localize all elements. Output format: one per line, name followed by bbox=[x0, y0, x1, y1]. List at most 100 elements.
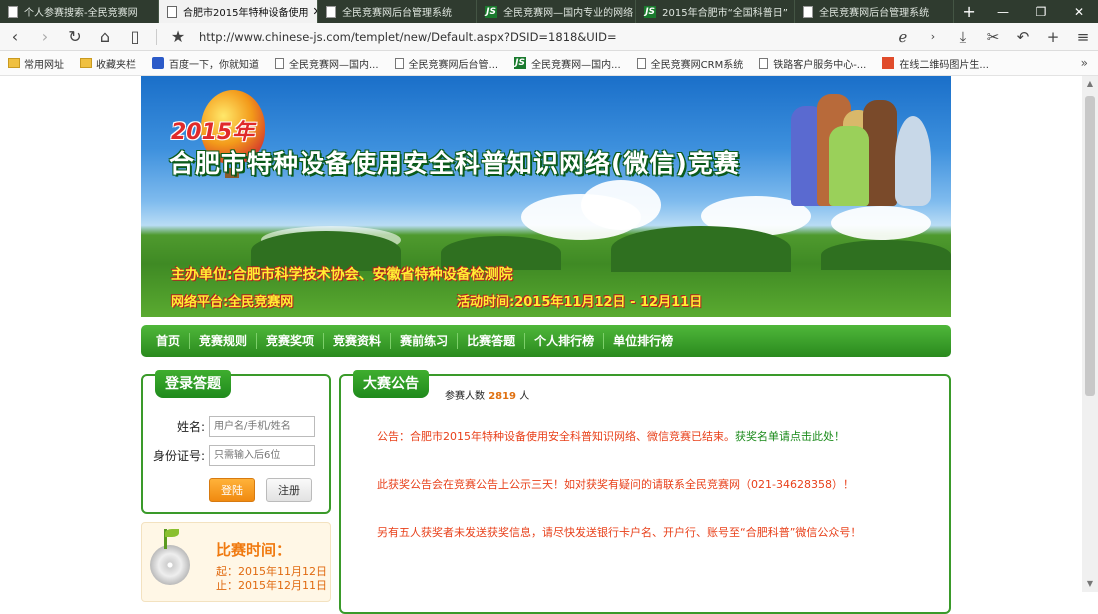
home-icon[interactable]: ⌂ bbox=[90, 27, 120, 46]
count-prefix: 参赛人数 bbox=[445, 391, 485, 402]
banner-title: 合肥市特种设备使用安全科普知识网络(微信)竞赛 bbox=[169, 149, 740, 178]
ie-mode-icon[interactable]: ℯ bbox=[888, 28, 918, 46]
tab-3[interactable]: JS 全民竞赛网—国内专业的网络 bbox=[477, 0, 637, 23]
tab-4[interactable]: JS 2015年合肥市“全国科普日” bbox=[636, 0, 796, 23]
bookmark-item[interactable]: 全民竞赛网后台管... bbox=[394, 56, 498, 71]
bookmark-item[interactable]: 铁路客户服务中心-... bbox=[759, 56, 866, 71]
reading-view-icon[interactable]: ▯ bbox=[120, 27, 150, 46]
scroll-up-icon[interactable]: ▲ bbox=[1082, 76, 1098, 92]
login-box: 登录答题 姓名: 身份证号: 登陆 注册 bbox=[141, 370, 331, 514]
page-icon bbox=[759, 57, 769, 69]
js-logo-icon: JS bbox=[485, 5, 498, 18]
bookmark-item[interactable]: 常用网址 bbox=[8, 56, 64, 71]
js-logo-icon: JS bbox=[514, 57, 527, 69]
tab-5[interactable]: 全民竞赛网后台管理系统 bbox=[795, 0, 955, 23]
notice-title: 大赛公告 bbox=[353, 370, 429, 398]
restore-icon[interactable]: ❐ bbox=[1022, 0, 1060, 23]
page-icon bbox=[394, 57, 404, 69]
main-nav: 首页 竞赛规则 竞赛奖项 竞赛资料 赛前练习 比赛答题 个人排行榜 单位排行榜 bbox=[141, 325, 951, 357]
js-logo-icon: JS bbox=[644, 5, 657, 18]
nav-unit-ranking[interactable]: 单位排行榜 bbox=[604, 333, 682, 349]
register-button[interactable]: 注册 bbox=[266, 478, 312, 502]
tab-label: 全民竞赛网后台管理系统 bbox=[819, 8, 930, 19]
back-icon[interactable]: ‹ bbox=[0, 27, 30, 46]
notice-line-2: 此获奖公告会在竞赛公告上公示三天！如对获奖有疑问的请联系全民竞赛网（021-34… bbox=[377, 478, 854, 491]
bookmark-item[interactable]: 全民竞赛网CRM系统 bbox=[636, 56, 744, 71]
participant-count: 参赛人数 2819 人 bbox=[445, 387, 529, 402]
chevron-right-icon[interactable]: › bbox=[918, 30, 948, 43]
bookmark-item[interactable]: 在线二维码图片生... bbox=[882, 56, 989, 71]
scroll-down-icon[interactable]: ▼ bbox=[1082, 576, 1098, 592]
minimize-icon[interactable]: — bbox=[984, 0, 1022, 23]
cloud bbox=[831, 206, 931, 240]
new-tab-icon[interactable]: + bbox=[954, 0, 984, 23]
menu-icon[interactable]: ≡ bbox=[1068, 28, 1098, 46]
download-icon[interactable]: ⤓ bbox=[948, 28, 978, 46]
page-icon bbox=[167, 5, 178, 18]
login-title: 登录答题 bbox=[155, 370, 231, 398]
page-icon bbox=[326, 5, 337, 18]
more-bookmarks-icon[interactable]: » bbox=[1081, 56, 1088, 70]
name-input[interactable] bbox=[209, 416, 315, 437]
bookmark-item[interactable]: JS 全民竞赛网—国内... bbox=[514, 56, 621, 71]
banner-platform: 网络平台:全民竞赛网 bbox=[171, 295, 294, 310]
count-value: 2819 bbox=[488, 391, 517, 402]
tab-0[interactable]: 个人参赛搜索-全民竞赛网 bbox=[0, 0, 160, 23]
banner-year: 2015年 bbox=[171, 120, 255, 145]
nav-awards[interactable]: 竞赛奖项 bbox=[257, 333, 325, 349]
bookmark-label: 百度一下，你就知道 bbox=[169, 59, 259, 71]
nav-home[interactable]: 首页 bbox=[147, 333, 191, 349]
banner: 2015年 合肥市特种设备使用安全科普知识网络(微信)竞赛 主办单位:合肥市科学… bbox=[141, 76, 951, 317]
gas-cylinders bbox=[791, 86, 941, 206]
scroll-thumb[interactable] bbox=[1085, 96, 1095, 396]
contest-time-title: 比赛时间： bbox=[216, 541, 292, 559]
address-bar: ‹ › ↻ ⌂ ▯ ★ http://www.chinese-js.com/te… bbox=[0, 23, 1098, 51]
tab-1[interactable]: 合肥市2015年特种设备使用✕ bbox=[159, 0, 319, 23]
divider bbox=[156, 28, 157, 45]
nav-rules[interactable]: 竞赛规则 bbox=[190, 333, 258, 349]
close-icon[interactable]: ✕ bbox=[308, 5, 317, 18]
nav-individual-ranking[interactable]: 个人排行榜 bbox=[525, 333, 605, 349]
tab-label: 2015年合肥市“全国科普日” bbox=[662, 8, 788, 19]
favorite-star-icon[interactable]: ★ bbox=[163, 27, 193, 46]
qr-icon bbox=[882, 57, 895, 69]
bookmark-item[interactable]: 百度一下，你就知道 bbox=[152, 56, 259, 71]
bookmark-item[interactable]: 收藏夹栏 bbox=[80, 56, 136, 71]
notice-line-1: 公告：合肥市2015年特种设备使用安全科普知识网络、微信竞赛已结束。获奖名单请点… bbox=[377, 428, 845, 444]
folder-icon bbox=[80, 58, 92, 68]
tab-2[interactable]: 全民竞赛网后台管理系统 bbox=[318, 0, 478, 23]
bookmark-label: 常用网址 bbox=[24, 59, 64, 71]
forward-icon[interactable]: › bbox=[30, 27, 60, 46]
close-window-icon[interactable]: ✕ bbox=[1060, 0, 1098, 23]
bookmark-label: 全民竞赛网CRM系统 bbox=[650, 59, 744, 71]
nav-materials[interactable]: 竞赛资料 bbox=[324, 333, 392, 349]
cloud bbox=[581, 180, 661, 230]
winners-link[interactable]: 获奖名单请点击此处！ bbox=[735, 430, 845, 443]
page-content: 2015年 合肥市特种设备使用安全科普知识网络(微信)竞赛 主办单位:合肥市科学… bbox=[0, 76, 1098, 614]
bookmark-label: 在线二维码图片生... bbox=[899, 59, 989, 71]
bookmark-label: 收藏夹栏 bbox=[96, 59, 136, 71]
id-label: 身份证号: bbox=[152, 449, 205, 463]
refresh-icon[interactable]: ↻ bbox=[60, 27, 90, 46]
bookmarks-bar: 常用网址 收藏夹栏 百度一下，你就知道 全民竞赛网—国内... 全民竞赛网后台管… bbox=[0, 51, 1098, 76]
nav-practice[interactable]: 赛前练习 bbox=[391, 333, 459, 349]
banner-host: 主办单位:合肥市科学技术协会、安徽省特种设备检测院 bbox=[171, 267, 513, 283]
baidu-icon bbox=[152, 57, 164, 69]
cut-icon[interactable]: ✂ bbox=[978, 28, 1008, 46]
bookmark-item[interactable]: 全民竞赛网—国内... bbox=[275, 56, 379, 71]
page-icon bbox=[8, 5, 18, 18]
contest-time-box: 比赛时间： 起：2015年11月12日 止：2015年12月11日 bbox=[141, 522, 331, 602]
undo-icon[interactable]: ↶ bbox=[1008, 28, 1038, 46]
banner-time: 活动时间:2015年11月12日 - 12月11日 bbox=[457, 295, 703, 310]
tab-bar: 个人参赛搜索-全民竞赛网 合肥市2015年特种设备使用✕ 全民竞赛网后台管理系统… bbox=[0, 0, 1098, 23]
nav-answer[interactable]: 比赛答题 bbox=[458, 333, 526, 349]
scrollbar[interactable]: ▲ ▼ bbox=[1082, 76, 1098, 592]
bookmark-label: 铁路客户服务中心-... bbox=[773, 59, 867, 71]
page-icon bbox=[275, 57, 284, 69]
add-icon[interactable]: + bbox=[1038, 28, 1068, 46]
url-field[interactable]: http://www.chinese-js.com/templet/new/De… bbox=[199, 30, 617, 44]
page-icon bbox=[803, 5, 814, 18]
bookmark-label: 全民竞赛网—国内... bbox=[289, 59, 379, 71]
login-button[interactable]: 登陆 bbox=[209, 478, 255, 502]
id-input[interactable] bbox=[209, 445, 315, 466]
